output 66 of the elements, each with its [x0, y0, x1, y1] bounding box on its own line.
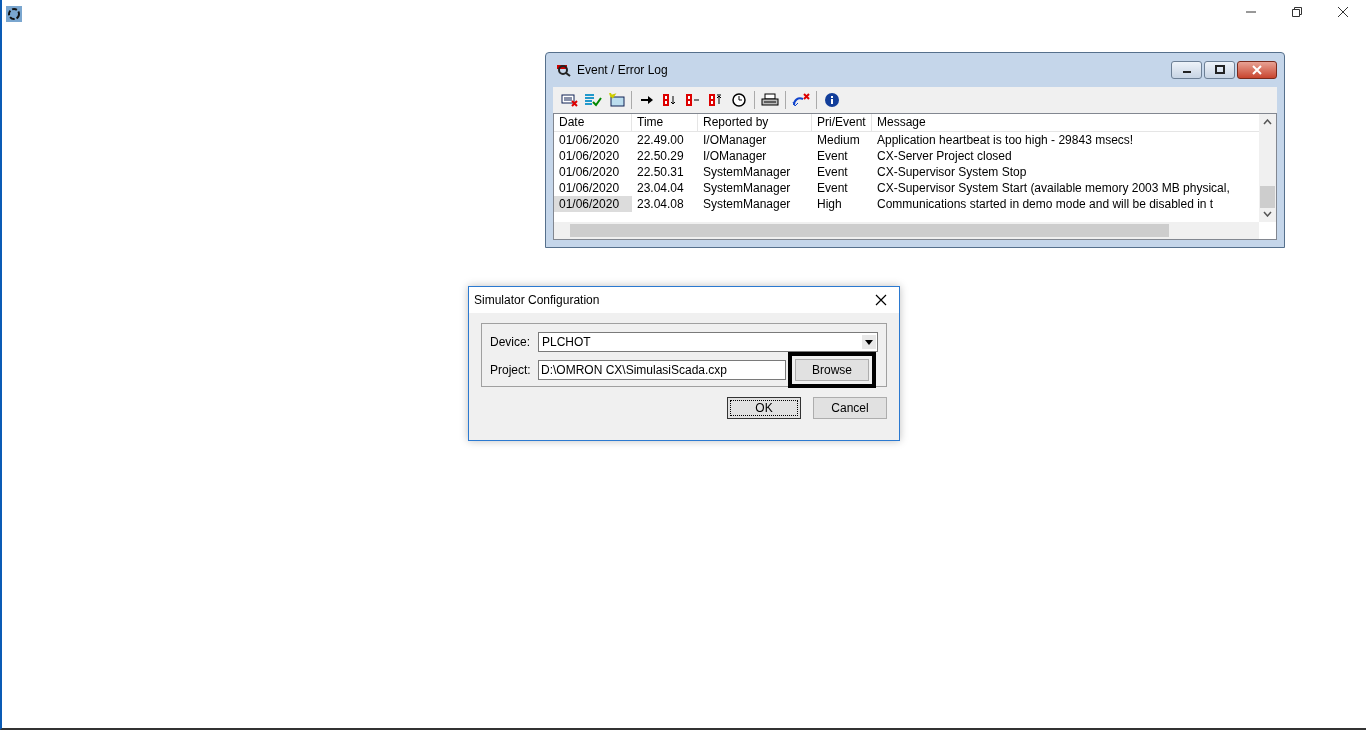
project-path-field[interactable]: D:\OMRON CX\SimulasiScada.cxp [538, 360, 786, 380]
scroll-down-icon [1263, 211, 1272, 217]
app-icon [6, 6, 22, 22]
checklist-icon [584, 93, 602, 107]
dialog-button[interactable]: OK [727, 397, 801, 419]
window-title: Event / Error Log [577, 63, 668, 77]
scroll-up-icon [1263, 119, 1272, 125]
close-button[interactable] [1237, 61, 1277, 79]
horizontal-scrollbar[interactable] [554, 222, 1259, 239]
table-cell-text: 23.04.08 [636, 196, 685, 212]
arrow-icon [640, 95, 654, 105]
clear-list-icon [561, 93, 579, 107]
table-cell-text: 22.50.29 [636, 148, 685, 164]
table-cell-text: 01/06/2020 [558, 132, 621, 148]
table-cell-text: 01/06/2020 [558, 148, 621, 164]
bit-icon [662, 93, 678, 107]
table-cell-text: CX-Server Project closed [876, 148, 1013, 164]
table-cell-text: 01/06/2020 [558, 180, 621, 196]
table-cell-text: 01/06/2020 [558, 164, 621, 180]
column-header[interactable]: Time [632, 114, 698, 131]
info-icon [825, 93, 839, 107]
browse-button[interactable]: Browse [795, 359, 869, 381]
maximize-button[interactable] [1204, 61, 1235, 79]
table-cell-text: Communications started in demo mode and will be disabled in t [876, 196, 1215, 212]
close-icon [1252, 65, 1262, 75]
scroll-thumb[interactable] [1260, 186, 1275, 208]
table-cell-text: CX-Supervisor System Stop [876, 164, 1028, 180]
table-cell-text: 22.49.00 [636, 132, 685, 148]
column-header[interactable]: Reported by [698, 114, 812, 131]
table-cell-text: 22.50.31 [636, 164, 685, 180]
table-cell-text: SystemManager [702, 164, 792, 180]
table-cell-text: Event [816, 180, 849, 196]
maximize-icon [1214, 65, 1225, 75]
new-list-icon [607, 93, 625, 107]
minimize-button[interactable] [1171, 61, 1202, 79]
restore-icon [1291, 6, 1303, 18]
field-label: Device: [490, 335, 530, 349]
table-cell-text: I/OManager [702, 148, 768, 164]
bit-icon [708, 93, 724, 107]
magnifier-icon [556, 63, 572, 77]
vertical-scrollbar[interactable] [1259, 114, 1276, 222]
printer-icon [761, 93, 779, 107]
column-header[interactable]: Pri/Event [812, 114, 872, 131]
bit-icon [685, 93, 701, 107]
field-label: Project: [490, 363, 530, 377]
table-cell-text: Application heartbeat is too high - 29843 msecs! [876, 132, 1135, 148]
table-cell: 01/06/2020 [554, 196, 632, 212]
table-cell-text: SystemManager [702, 180, 792, 196]
table-cell-text: SystemManager [702, 196, 792, 212]
table-cell-text: I/OManager [702, 132, 768, 148]
clock-icon [732, 93, 746, 107]
column-header[interactable]: Date [554, 114, 632, 131]
table-cell-text: Medium [816, 132, 861, 148]
scroll-thumb[interactable] [570, 224, 1169, 237]
close-icon [1337, 6, 1349, 18]
table-cell-text: High [816, 196, 843, 212]
table-cell-text: CX-Supervisor System Start (available memory 2003 MB physical, [876, 180, 1231, 196]
table-cell-text: Event [816, 164, 849, 180]
table-cell-text: 23.04.04 [636, 180, 685, 196]
undo-icon [792, 93, 810, 107]
dropdown-arrow-icon [865, 339, 873, 345]
close-icon [875, 294, 887, 306]
dialog-title: Simulator Configuration [474, 293, 600, 307]
device-dropdown[interactable]: PLCHOT [538, 332, 878, 352]
dialog-button[interactable]: Cancel [813, 397, 887, 419]
table-cell-text: Event [816, 148, 849, 164]
